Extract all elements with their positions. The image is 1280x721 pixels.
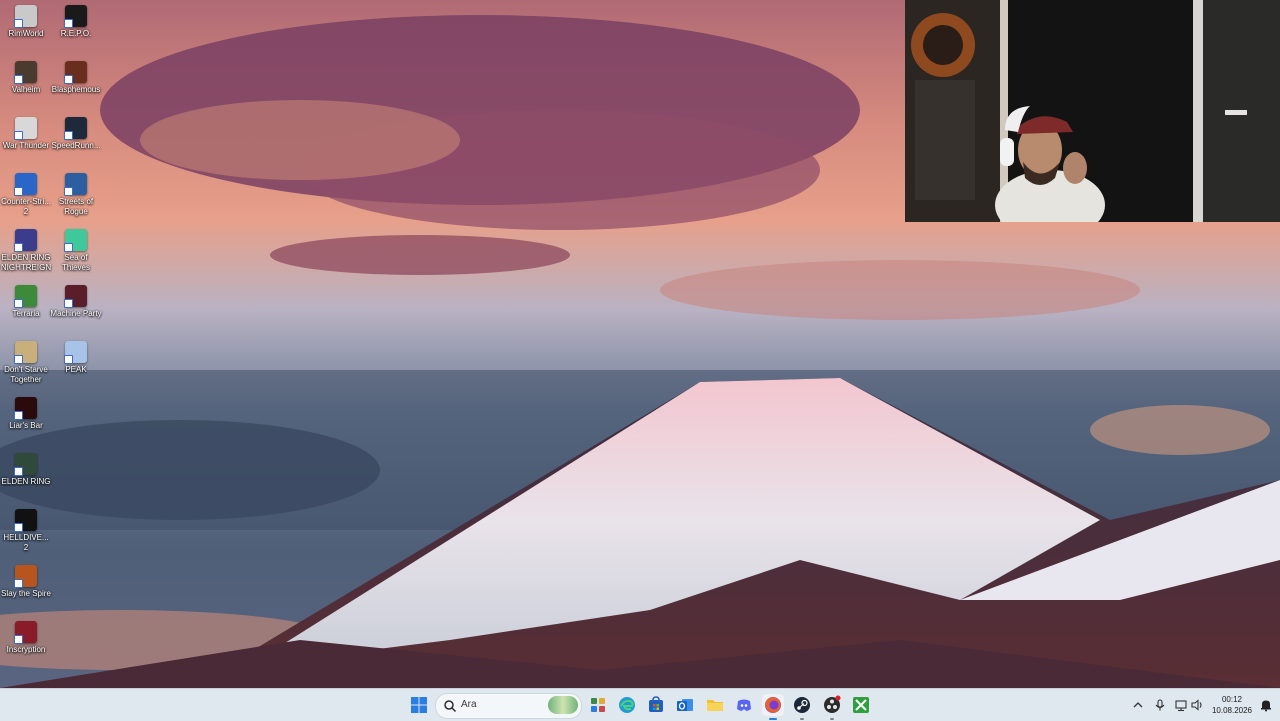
desktop-icon-label: Liar's Bar — [9, 421, 43, 430]
desktop-icon-valheim[interactable]: Valheim — [0, 61, 52, 95]
desktop-icon-label: Terraria — [12, 309, 40, 318]
widgets-icon — [591, 698, 605, 712]
desktop-icon-terraria[interactable]: Terraria — [0, 285, 52, 319]
windows-logo-icon — [411, 697, 427, 713]
clock-time: 00:12 — [1221, 695, 1243, 704]
blasphemous-icon — [64, 61, 87, 84]
steam-button[interactable] — [791, 694, 813, 720]
desktop-icon-label: R.E.P.O. — [60, 29, 92, 38]
system-tray: 00:12 10.08.2026 — [1128, 689, 1280, 721]
desktop-icon-dont-starve[interactable]: Don't Starve Together — [0, 341, 52, 385]
clock-date: 10.08.2026 — [1211, 706, 1253, 715]
dont-starve-icon — [14, 341, 37, 364]
discord-button[interactable] — [733, 694, 755, 716]
valheim-icon — [14, 61, 37, 84]
outlook-icon — [677, 699, 693, 711]
desktop-icon-label: Counter-Stri... 2 — [1, 197, 51, 216]
inscryption-icon — [14, 621, 37, 644]
desktop-icon-label: HELLDIVE... 2 — [3, 533, 49, 552]
helldivers-icon — [14, 509, 37, 532]
desktop-icon-liars-bar[interactable]: Liar's Bar — [0, 397, 52, 431]
desktop-icon-inscryption[interactable]: Inscryption — [0, 621, 52, 655]
clock[interactable]: 00:12 10.08.2026 — [1208, 694, 1256, 716]
outlook-button[interactable] — [674, 694, 696, 716]
desktop-icon-war-thunder[interactable]: War Thunder — [0, 117, 52, 151]
elden-ring-nightreign-icon — [14, 229, 37, 252]
discord-icon — [737, 699, 751, 711]
liars-bar-icon — [14, 397, 37, 420]
desktop-icon-label: Machine Party — [50, 309, 102, 318]
terraria-icon — [14, 285, 37, 308]
desktop-icon-label: Streets of Rogue — [58, 197, 94, 216]
desktop-icon-slay-the-spire[interactable]: Slay the Spire — [0, 565, 52, 599]
desktop-icon-peak[interactable]: PEAK — [50, 341, 102, 375]
microphone-icon[interactable] — [1153, 698, 1167, 712]
speedrunners-icon — [64, 117, 87, 140]
desktop-icon-speedrunners[interactable]: SpeedRunn... — [50, 117, 102, 151]
desktop-icon-label: Sea of Thieves — [61, 253, 90, 272]
widgets-button[interactable] — [587, 694, 609, 716]
desktop-icon-streets-of-rogue[interactable]: Streets of Rogue — [50, 173, 102, 217]
desktop-icon-sea-of-thieves[interactable]: Sea of Thieves — [50, 229, 102, 273]
search-placeholder: Ara — [461, 699, 477, 710]
desktop-icon-label: Blasphemous — [51, 85, 101, 94]
rimworld-icon — [14, 5, 37, 28]
desktop-icon-label: Inscryption — [6, 645, 46, 654]
search-icon — [444, 700, 457, 713]
chevron-up-icon[interactable] — [1131, 698, 1145, 712]
counter-strike-icon — [14, 173, 37, 196]
war-thunder-icon — [14, 117, 37, 140]
streets-of-rogue-icon — [64, 173, 87, 196]
sea-of-thieves-icon — [64, 229, 87, 252]
elden-ring-icon — [14, 453, 37, 476]
start-button[interactable] — [408, 694, 430, 716]
machine-party-icon — [64, 285, 87, 308]
desktop-icon-label: ELDEN RING NIGHTREIGN — [0, 253, 52, 272]
desktop-icon-elden-ring[interactable]: ELDEN RING — [0, 453, 52, 487]
xbox-button[interactable] — [850, 694, 872, 716]
xbox-icon — [853, 697, 869, 713]
desktop-icon-label: PEAK — [65, 365, 87, 374]
desktop-icon-label: RimWorld — [8, 29, 44, 38]
desktop-icon-label: Valheim — [11, 85, 41, 94]
search-highlight-image — [548, 696, 578, 714]
obs-button[interactable] — [821, 694, 843, 720]
edge-icon — [619, 697, 635, 713]
obs-icon — [824, 695, 841, 713]
repo-icon — [64, 5, 87, 28]
network-icon[interactable] — [1174, 698, 1188, 712]
store-button[interactable] — [645, 694, 667, 716]
desktop-icon-label: SpeedRunn... — [51, 141, 101, 150]
desktop-icon-counter-strike[interactable]: Counter-Stri... 2 — [0, 173, 52, 217]
file-explorer-button[interactable] — [704, 694, 726, 716]
desktop-icon-label: ELDEN RING — [1, 477, 51, 486]
desktop-icon-blasphemous[interactable]: Blasphemous — [50, 61, 102, 95]
store-icon — [649, 696, 663, 712]
desktop-icon-helldivers[interactable]: HELLDIVE... 2 — [0, 509, 52, 553]
taskbar: Ara 00:12 10.08.2026 — [0, 688, 1280, 721]
taskbar-search[interactable]: Ara — [435, 693, 582, 719]
speaker-icon[interactable] — [1190, 698, 1204, 712]
desktop-icon-machine-party[interactable]: Machine Party — [50, 285, 102, 319]
slay-the-spire-icon — [14, 565, 37, 588]
peak-icon — [64, 341, 87, 364]
firefox-icon — [765, 697, 781, 713]
desktop-icon-label: Don't Starve Together — [4, 365, 48, 384]
webcam-feed-image — [905, 0, 1280, 222]
steam-icon — [794, 697, 810, 713]
desktop-icon-repo[interactable]: R.E.P.O. — [50, 5, 102, 39]
desktop-icon-elden-ring-nightreign[interactable]: ELDEN RING NIGHTREIGN — [0, 229, 52, 273]
desktop-icon-rimworld[interactable]: RimWorld — [0, 5, 52, 39]
desktop-icon-label: War Thunder — [2, 141, 50, 150]
firefox-button[interactable] — [762, 694, 784, 720]
folder-icon — [707, 700, 723, 711]
notification-bell-icon[interactable] — [1259, 698, 1273, 712]
webcam-overlay — [905, 0, 1280, 222]
desktop-icon-label: Slay the Spire — [1, 589, 51, 598]
edge-button[interactable] — [616, 694, 638, 716]
